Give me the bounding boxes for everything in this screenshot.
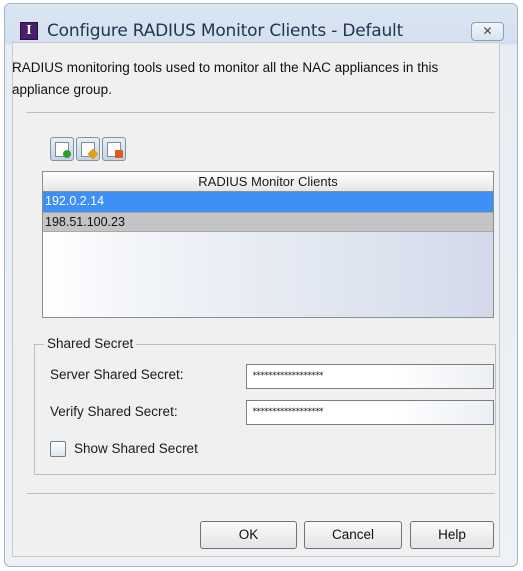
- server-secret-label: Server Shared Secret:: [50, 367, 184, 382]
- window-title: Configure RADIUS Monitor Clients - Defau…: [47, 21, 404, 41]
- footer-divider: [27, 493, 495, 494]
- add-badge-icon: [63, 150, 71, 158]
- verify-secret-label: Verify Shared Secret:: [50, 404, 178, 419]
- cancel-button[interactable]: Cancel: [304, 521, 402, 549]
- table-header[interactable]: RADIUS Monitor Clients: [43, 172, 493, 192]
- close-icon: ✕: [482, 24, 493, 38]
- edit-client-button[interactable]: [76, 137, 100, 161]
- close-button[interactable]: ✕: [471, 22, 504, 41]
- add-client-button[interactable]: [50, 137, 74, 161]
- help-button[interactable]: Help: [410, 521, 494, 549]
- table-empty-area: [43, 232, 493, 317]
- description-divider: [27, 112, 495, 113]
- show-secret-label[interactable]: Show Shared Secret: [74, 441, 198, 456]
- ok-button[interactable]: OK: [200, 521, 297, 549]
- delete-client-button[interactable]: [102, 137, 126, 161]
- app-icon: I: [20, 22, 38, 40]
- table-row[interactable]: 192.0.2.14: [43, 192, 493, 212]
- table-row[interactable]: 198.51.100.23: [43, 212, 493, 232]
- radius-clients-table[interactable]: RADIUS Monitor Clients 192.0.2.14 198.51…: [42, 171, 494, 318]
- delete-badge-icon: [115, 150, 123, 158]
- show-secret-checkbox[interactable]: [50, 441, 66, 457]
- shared-secret-legend: Shared Secret: [44, 336, 137, 351]
- title-bar[interactable]: I Configure RADIUS Monitor Clients - Def…: [5, 4, 517, 44]
- description-text: RADIUS monitoring tools used to monitor …: [12, 60, 439, 97]
- server-secret-field[interactable]: ******************: [246, 364, 494, 389]
- verify-secret-field[interactable]: ******************: [246, 400, 494, 425]
